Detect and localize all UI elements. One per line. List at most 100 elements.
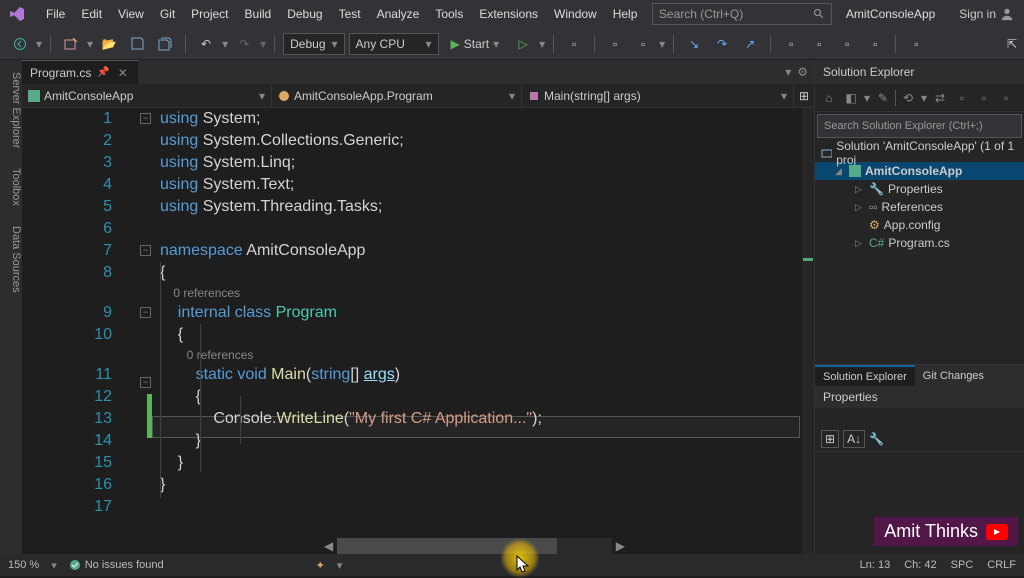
tb-icon[interactable]: ✎ xyxy=(873,88,893,108)
tb-icon-11[interactable]: ▫ xyxy=(904,32,928,56)
method-icon xyxy=(528,90,540,102)
main-toolbar: ▾ ▾ 📂 ↶▾ ↷▾ Debug▾ Any CPU▾ ▶ Start ▾ ▷▾… xyxy=(0,28,1024,60)
tb-icon-2[interactable]: ▫ xyxy=(603,32,627,56)
code-content[interactable]: using System; using System.Collections.G… xyxy=(130,108,814,576)
home-icon[interactable]: ⌂ xyxy=(819,88,839,108)
window-title: AmitConsoleApp xyxy=(832,7,949,21)
panel-tabs: Solution Explorer Git Changes xyxy=(815,364,1024,386)
search-placeholder: Search (Ctrl+Q) xyxy=(659,7,743,21)
menu-tools[interactable]: Tools xyxy=(427,0,471,28)
line-col[interactable]: Ln: 13 xyxy=(860,559,891,571)
start-without-debug-icon[interactable]: ▷ xyxy=(511,32,535,56)
scroll-left-arrow[interactable]: ◀ xyxy=(320,539,337,553)
user-icon xyxy=(1000,7,1014,21)
open-file-icon[interactable]: 📂 xyxy=(97,32,121,56)
code-editor[interactable]: 1 2 3 4 5 6 7 8 9 10 11 12 13 14 15 16 1… xyxy=(22,108,814,576)
scrollbar-minimap[interactable] xyxy=(802,108,814,576)
menu-project[interactable]: Project xyxy=(183,0,236,28)
nav-back-icon[interactable] xyxy=(8,32,32,56)
tb-icon-10[interactable]: ▫ xyxy=(863,32,887,56)
tb-icon-9[interactable]: ▫ xyxy=(835,32,859,56)
solution-node[interactable]: Solution 'AmitConsoleApp' (1 of 1 proj xyxy=(815,144,1024,162)
csharp-project-icon xyxy=(28,90,40,102)
indent-mode[interactable]: SPC xyxy=(951,559,974,571)
solution-explorer-header: Solution Explorer xyxy=(815,60,1024,84)
rail-data-sources[interactable]: Data Sources xyxy=(0,222,22,297)
tab-git-changes[interactable]: Git Changes xyxy=(915,365,992,387)
menu-build[interactable]: Build xyxy=(237,0,280,28)
tb-icon-7[interactable]: ▫ xyxy=(779,32,803,56)
save-all-icon[interactable] xyxy=(153,32,177,56)
menu-view[interactable]: View xyxy=(110,0,152,28)
refresh-icon[interactable]: ⟲ xyxy=(898,88,918,108)
tab-program-cs[interactable]: Program.cs 📌 ✕ xyxy=(22,60,138,84)
vs-logo-icon xyxy=(8,5,26,23)
tb-icon[interactable]: ▫ xyxy=(974,88,994,108)
configuration-dropdown[interactable]: Debug▾ xyxy=(283,33,344,55)
tb-icon[interactable]: ▫ xyxy=(952,88,972,108)
line-ending[interactable]: CRLF xyxy=(987,559,1016,571)
menu-test[interactable]: Test xyxy=(331,0,369,28)
tree-item[interactable]: ▷▫▫References xyxy=(815,198,1024,216)
scroll-right-arrow[interactable]: ▶ xyxy=(612,539,629,553)
tree-item[interactable]: ▷C#Program.cs xyxy=(815,234,1024,252)
undo-icon[interactable]: ↶ xyxy=(194,32,218,56)
menu-extensions[interactable]: Extensions xyxy=(471,0,546,28)
class-icon xyxy=(278,90,290,102)
tab-solution-explorer[interactable]: Solution Explorer xyxy=(815,365,915,387)
tree-item[interactable]: ⚙App.config xyxy=(815,216,1024,234)
menu-analyze[interactable]: Analyze xyxy=(369,0,428,28)
step-out-icon[interactable]: ↗ xyxy=(738,32,762,56)
nav-member-combo[interactable]: Main(string[] args) ▾ xyxy=(522,84,794,107)
close-icon[interactable]: ✕ xyxy=(116,66,130,80)
side-panel: Solution Explorer ⌂ ◧▾ ✎ ⟲▾ ⇄ ▫ ▫ ▫ Sear… xyxy=(814,60,1024,576)
scroll-thumb[interactable] xyxy=(337,538,557,554)
tab-dropdown-icon[interactable]: ▾ xyxy=(785,65,791,79)
intellicode-icon[interactable]: ✦ xyxy=(316,559,325,572)
zoom-level[interactable]: 150 % xyxy=(8,559,39,571)
new-project-icon[interactable] xyxy=(59,32,83,56)
signin-button[interactable]: Sign in xyxy=(949,7,1024,21)
quick-launch-search[interactable]: Search (Ctrl+Q) xyxy=(652,3,832,25)
step-into-icon[interactable]: ↘ xyxy=(682,32,706,56)
tab-settings-icon[interactable]: ⚙ xyxy=(797,65,808,79)
alpha-sort-icon[interactable]: A↓ xyxy=(843,430,865,448)
document-tabs: Program.cs 📌 ✕ ▾ ⚙ xyxy=(22,60,814,84)
menu-window[interactable]: Window xyxy=(546,0,605,28)
menu-file[interactable]: File xyxy=(38,0,73,28)
platform-dropdown[interactable]: Any CPU▾ xyxy=(349,33,439,55)
menu-edit[interactable]: Edit xyxy=(73,0,110,28)
tb-icon-8[interactable]: ▫ xyxy=(807,32,831,56)
menubar: File Edit View Git Project Build Debug T… xyxy=(0,0,1024,28)
tb-icon-3[interactable]: ▫ xyxy=(631,32,655,56)
solution-search[interactable]: Search Solution Explorer (Ctrl+;) xyxy=(817,114,1022,138)
live-share-icon[interactable]: ⇱ xyxy=(1000,32,1024,56)
rail-server-explorer[interactable]: Server Explorer xyxy=(0,68,22,152)
tree-item[interactable]: ▷🔧Properties xyxy=(815,180,1024,198)
save-icon[interactable] xyxy=(125,32,149,56)
menu-help[interactable]: Help xyxy=(605,0,646,28)
rail-toolbox[interactable]: Toolbox xyxy=(0,164,22,210)
nav-project-combo[interactable]: AmitConsoleApp ▾ xyxy=(22,84,272,107)
categorize-icon[interactable]: ⊞ xyxy=(821,430,839,448)
start-debug-button[interactable]: ▶ Start ▾ xyxy=(443,32,508,56)
nav-class-combo[interactable]: AmitConsoleApp.Program ▾ xyxy=(272,84,522,107)
tb-icon[interactable]: ◧ xyxy=(841,88,861,108)
step-over-icon[interactable]: ↷ xyxy=(710,32,734,56)
redo-icon[interactable]: ↷ xyxy=(232,32,256,56)
tb-icon[interactable]: ▫ xyxy=(996,88,1016,108)
pin-icon[interactable]: 📌 xyxy=(97,67,109,78)
codelens-references[interactable]: 0 references xyxy=(173,286,240,300)
error-status[interactable]: No issues found xyxy=(69,559,164,571)
split-editor-icon[interactable]: ⊞ xyxy=(794,84,814,107)
editor-area: Program.cs 📌 ✕ ▾ ⚙ AmitConsoleApp ▾ Amit… xyxy=(22,60,814,576)
codelens-references[interactable]: 0 references xyxy=(187,348,254,362)
tb-icon-1[interactable]: ▫ xyxy=(562,32,586,56)
status-bar: 150 %▾ No issues found ✦▾ Ln: 13 Ch: 42 … xyxy=(0,554,1024,576)
menu-debug[interactable]: Debug xyxy=(279,0,330,28)
horizontal-scrollbar[interactable]: ◀ ▶ xyxy=(320,538,629,554)
prop-pages-icon[interactable]: 🔧 xyxy=(869,432,884,446)
char-col[interactable]: Ch: 42 xyxy=(904,559,936,571)
menu-git[interactable]: Git xyxy=(152,0,183,28)
sync-icon[interactable]: ⇄ xyxy=(930,88,950,108)
